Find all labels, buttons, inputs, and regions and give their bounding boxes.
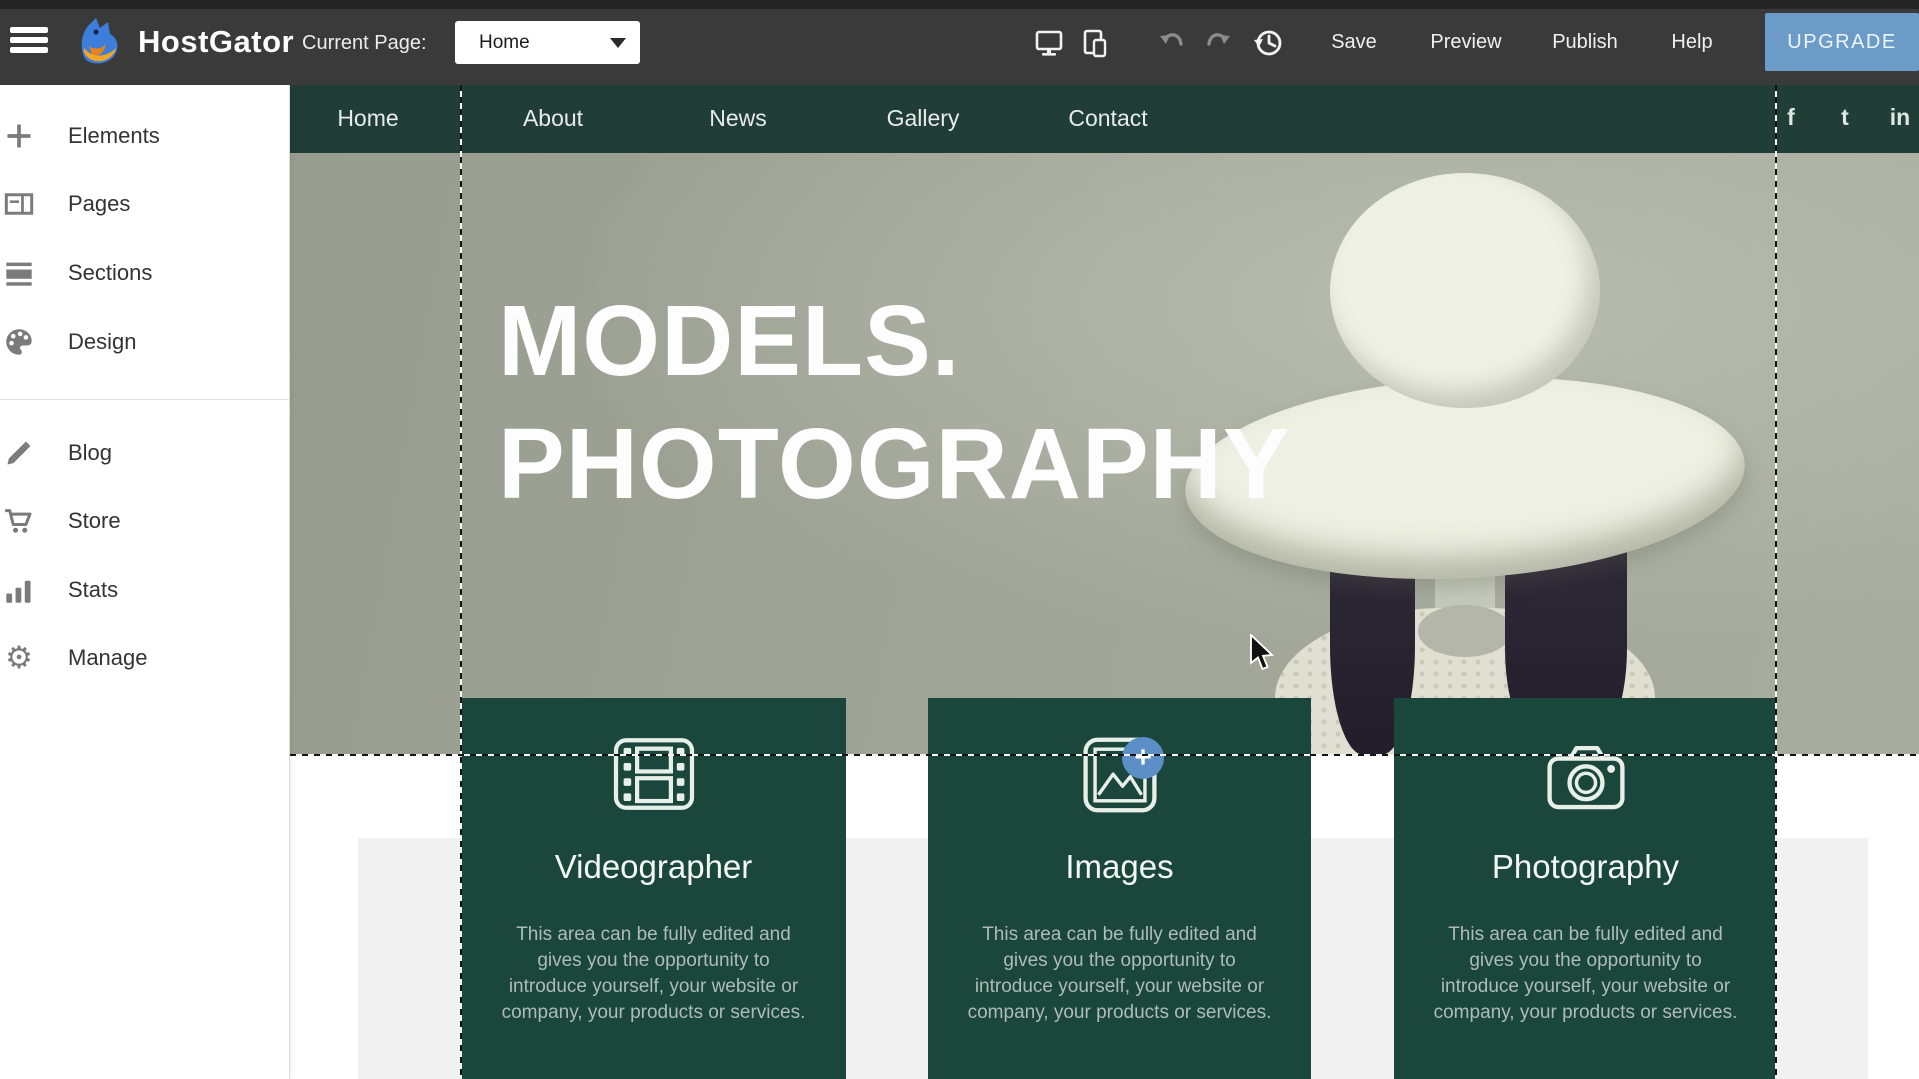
card-title[interactable]: Images: [928, 848, 1311, 886]
card-body-line: This area can be fully edited and: [461, 922, 846, 948]
sidebar-label: Design: [68, 329, 136, 355]
plus-icon: +: [1134, 741, 1152, 775]
sidebar-label: Stats: [68, 577, 118, 603]
mobile-preview-icon[interactable]: [1078, 26, 1112, 60]
sidebar-label: Pages: [68, 191, 130, 217]
facebook-icon[interactable]: f: [1787, 104, 1795, 131]
model-hat-crown: [1330, 173, 1600, 408]
sidebar-divider: [0, 399, 289, 400]
sidebar-label: Blog: [68, 440, 112, 466]
page-select-value: Home: [479, 32, 610, 54]
desktop-preview-icon[interactable]: [1032, 26, 1066, 60]
hostgator-logo: HostGator: [72, 12, 294, 72]
linkedin-icon[interactable]: in: [1890, 104, 1910, 131]
sidebar-label: Sections: [68, 260, 152, 286]
help-button[interactable]: Help: [1671, 31, 1712, 54]
history-icon[interactable]: [1251, 26, 1285, 60]
site-nav-about[interactable]: About: [523, 105, 583, 132]
palette-icon: [2, 325, 36, 359]
site-navbar: Home About News Gallery Contact f t in: [290, 85, 1919, 153]
card-body[interactable]: This area can be fully edited and gives …: [1394, 922, 1777, 1026]
card-images[interactable]: + Images This area can be fully edited a…: [928, 698, 1311, 1079]
bar-chart-icon: [2, 573, 36, 607]
card-body-line: gives you the opportunity to: [1394, 948, 1777, 974]
card-body-line: This area can be fully edited and: [928, 922, 1311, 948]
sidebar-item-design[interactable]: Design: [0, 314, 289, 370]
site-nav-home[interactable]: Home: [337, 105, 398, 132]
twitter-icon[interactable]: t: [1841, 104, 1849, 131]
pages-icon: [2, 187, 36, 221]
hero-headline-line2: PHOTOGRAPHY: [498, 403, 1291, 526]
sidebar-item-stats[interactable]: Stats: [0, 562, 289, 618]
hostgator-mascot-icon: [72, 14, 128, 70]
card-videographer[interactable]: Videographer This area can be fully edit…: [461, 698, 846, 1079]
current-page-label: Current Page:: [302, 32, 427, 55]
card-body-line: introduce yourself, your website or: [928, 974, 1311, 1000]
site-nav-news[interactable]: News: [709, 105, 767, 132]
redo-icon[interactable]: [1201, 26, 1235, 60]
gear-icon: ⚙: [2, 641, 36, 675]
card-body-line: gives you the opportunity to: [928, 948, 1311, 974]
sidebar-item-manage[interactable]: ⚙ Manage: [0, 630, 289, 686]
card-body[interactable]: This area can be fully edited and gives …: [461, 922, 846, 1026]
sidebar-item-elements[interactable]: Elements: [0, 108, 289, 164]
add-image-badge[interactable]: +: [1122, 737, 1164, 779]
hero-headline[interactable]: MODELS. PHOTOGRAPHY: [498, 280, 1291, 526]
chevron-down-icon: [610, 38, 626, 48]
card-body-line: introduce yourself, your website or: [1394, 974, 1777, 1000]
preview-button[interactable]: Preview: [1430, 31, 1501, 54]
site-nav-gallery[interactable]: Gallery: [887, 105, 960, 132]
sidebar-item-store[interactable]: Store: [0, 493, 289, 549]
top-toolbar: HostGator Current Page: Home Save Previe…: [0, 0, 1919, 85]
card-body-line: company, your products or services.: [928, 1000, 1311, 1026]
pencil-icon: [2, 436, 36, 470]
page-select[interactable]: Home: [455, 21, 640, 64]
film-icon: [611, 736, 697, 817]
card-title[interactable]: Videographer: [461, 848, 846, 886]
publish-button[interactable]: Publish: [1552, 31, 1618, 54]
plus-icon: [2, 119, 36, 153]
sidebar-item-pages[interactable]: Pages: [0, 176, 289, 232]
save-button[interactable]: Save: [1331, 31, 1377, 54]
sidebar-item-blog[interactable]: Blog: [0, 425, 289, 481]
card-photography[interactable]: Photography This area can be fully edite…: [1394, 698, 1777, 1079]
sidebar-label: Elements: [68, 123, 160, 149]
sidebar-label: Manage: [68, 645, 148, 671]
editor-sidebar: Elements Pages Sections Design Blog: [0, 85, 290, 1079]
upgrade-button[interactable]: UPGRADE: [1765, 13, 1919, 71]
camera-icon: [1542, 736, 1630, 819]
sidebar-label: Store: [68, 508, 121, 534]
card-body-line: gives you the opportunity to: [461, 948, 846, 974]
cart-icon: [2, 504, 36, 538]
site-nav-contact[interactable]: Contact: [1068, 105, 1147, 132]
sidebar-item-sections[interactable]: Sections: [0, 245, 289, 301]
builder-window: HostGator Current Page: Home Save Previe…: [0, 0, 1919, 1079]
card-body-line: company, your products or services.: [461, 1000, 846, 1026]
card-body-line: This area can be fully edited and: [1394, 922, 1777, 948]
card-body-line: introduce yourself, your website or: [461, 974, 846, 1000]
card-title[interactable]: Photography: [1394, 848, 1777, 886]
card-body-line: company, your products or services.: [1394, 1000, 1777, 1026]
hamburger-menu-icon[interactable]: [10, 23, 50, 61]
hero-headline-line1: MODELS.: [498, 280, 1291, 403]
hero-section[interactable]: MODELS. PHOTOGRAPHY: [290, 153, 1919, 755]
model-neckline: [1418, 605, 1512, 657]
card-body[interactable]: This area can be fully edited and gives …: [928, 922, 1311, 1026]
brand-name: HostGator: [138, 24, 294, 60]
undo-icon[interactable]: [1155, 26, 1189, 60]
sections-icon: [2, 256, 36, 290]
